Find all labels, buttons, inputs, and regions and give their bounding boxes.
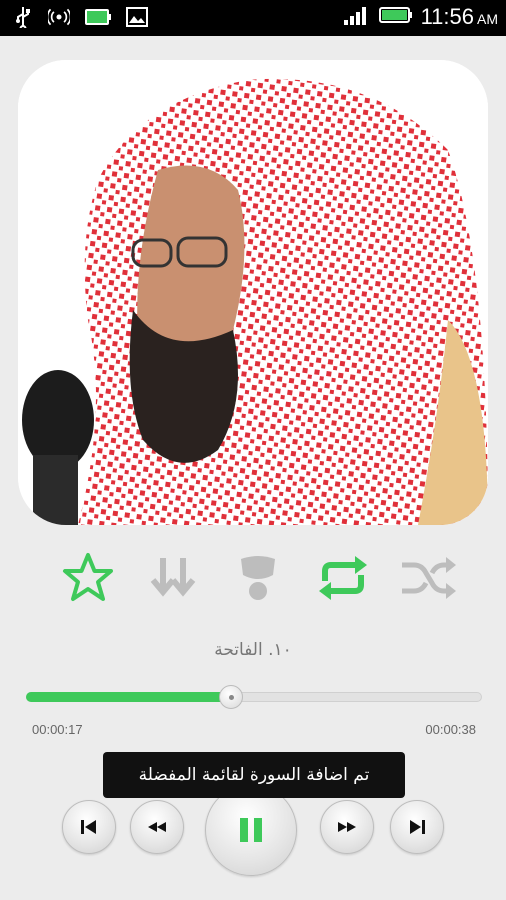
toast-message: تم اضافة السورة لقائمة المفضلة (103, 752, 405, 798)
status-right: 11:56 AM (343, 4, 498, 30)
status-left (12, 6, 148, 28)
download-arrows-icon (150, 558, 196, 597)
track-title: ١٠. الفاتحة (214, 640, 292, 660)
repeat-icon (319, 556, 367, 600)
rewind-icon (148, 822, 166, 832)
share-button[interactable] (228, 548, 288, 608)
reciter-photo (18, 60, 488, 525)
forward-button[interactable] (320, 800, 374, 854)
shuffle-icon (402, 557, 456, 599)
clock-time: 11:56 (420, 4, 474, 29)
clock-ampm: AM (477, 11, 498, 27)
skip-previous-icon (81, 820, 96, 834)
signal-icon (343, 4, 371, 30)
repeat-button[interactable] (313, 548, 373, 608)
skip-next-icon (410, 820, 425, 834)
battery-icon (84, 6, 112, 28)
usb-icon (12, 6, 34, 28)
fast-forward-icon (338, 822, 356, 832)
shuffle-button[interactable] (398, 548, 458, 608)
download-button[interactable] (143, 548, 203, 608)
star-icon (63, 553, 113, 601)
status-bar: 11:56 AM (0, 0, 506, 36)
seek-bar[interactable] (26, 685, 482, 709)
pause-icon (240, 818, 262, 842)
seek-thumb[interactable] (219, 685, 244, 709)
previous-button[interactable] (62, 800, 116, 854)
total-time: 00:00:38 (425, 722, 476, 737)
next-button[interactable] (390, 800, 444, 854)
rewind-button[interactable] (130, 800, 184, 854)
wifi-hotspot-icon (48, 6, 70, 28)
control-row (58, 548, 458, 608)
share-icon (241, 556, 275, 600)
seek-fill (26, 692, 232, 702)
image-icon (126, 6, 148, 28)
battery-status-icon (378, 5, 413, 29)
favorite-button[interactable] (58, 548, 118, 608)
clock: 11:56 AM (421, 4, 498, 30)
current-time: 00:00:17 (32, 722, 83, 737)
